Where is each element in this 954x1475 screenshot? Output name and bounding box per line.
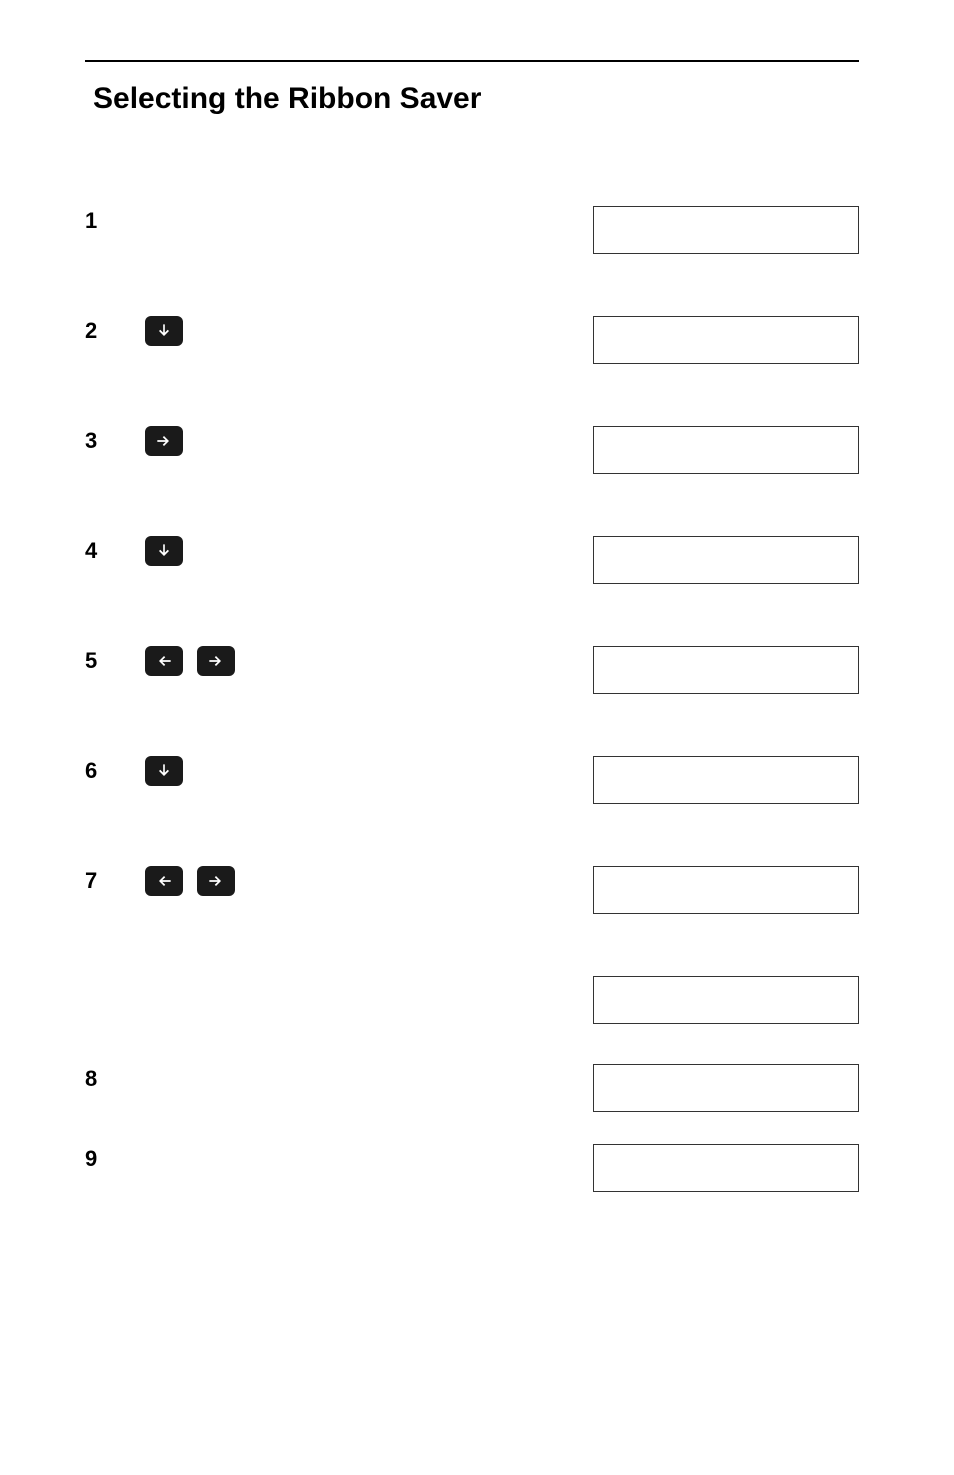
- step-row-7: 7: [85, 866, 859, 916]
- step-number: [85, 976, 145, 978]
- step-row-2: 2: [85, 316, 859, 366]
- step-row-4: 4: [85, 536, 859, 586]
- step-row-6: 6: [85, 756, 859, 806]
- step-number: 7: [85, 866, 145, 894]
- step-number: 2: [85, 316, 145, 344]
- top-divider: [85, 60, 859, 62]
- arrow-right-icon: [197, 646, 235, 676]
- step-buttons: [145, 866, 445, 896]
- arrow-down-icon: [145, 316, 183, 346]
- display-box: [593, 866, 859, 914]
- arrow-down-icon: [145, 756, 183, 786]
- display-box: [593, 206, 859, 254]
- display-box: [593, 536, 859, 584]
- step-buttons: [145, 646, 445, 676]
- display-box: [593, 646, 859, 694]
- steps-container: 1 2 3 4 5 6 7 8 9: [85, 206, 859, 1194]
- arrow-left-icon: [145, 646, 183, 676]
- display-box: [593, 316, 859, 364]
- page-title: Selecting the Ribbon Saver: [85, 82, 859, 116]
- step-number: 1: [85, 206, 145, 234]
- arrow-left-icon: [145, 866, 183, 896]
- display-box: [593, 426, 859, 474]
- step-buttons: [145, 316, 445, 346]
- display-box: [593, 756, 859, 804]
- step-number: 5: [85, 646, 145, 674]
- display-box: [593, 1064, 859, 1112]
- step-row-9: 9: [85, 1144, 859, 1194]
- step-row-7-extra: [85, 976, 859, 1026]
- step-number: 4: [85, 536, 145, 564]
- step-buttons: [145, 536, 445, 566]
- arrow-right-icon: [145, 426, 183, 456]
- step-number: 8: [85, 1064, 145, 1092]
- step-buttons: [145, 426, 445, 456]
- step-row-3: 3: [85, 426, 859, 476]
- step-row-8: 8: [85, 1064, 859, 1114]
- step-number: 9: [85, 1144, 145, 1172]
- arrow-right-icon: [197, 866, 235, 896]
- display-box: [593, 976, 859, 1024]
- step-row-5: 5: [85, 646, 859, 696]
- arrow-down-icon: [145, 536, 183, 566]
- step-number: 6: [85, 756, 145, 784]
- step-buttons: [145, 756, 445, 786]
- step-row-1: 1: [85, 206, 859, 256]
- display-box: [593, 1144, 859, 1192]
- step-number: 3: [85, 426, 145, 454]
